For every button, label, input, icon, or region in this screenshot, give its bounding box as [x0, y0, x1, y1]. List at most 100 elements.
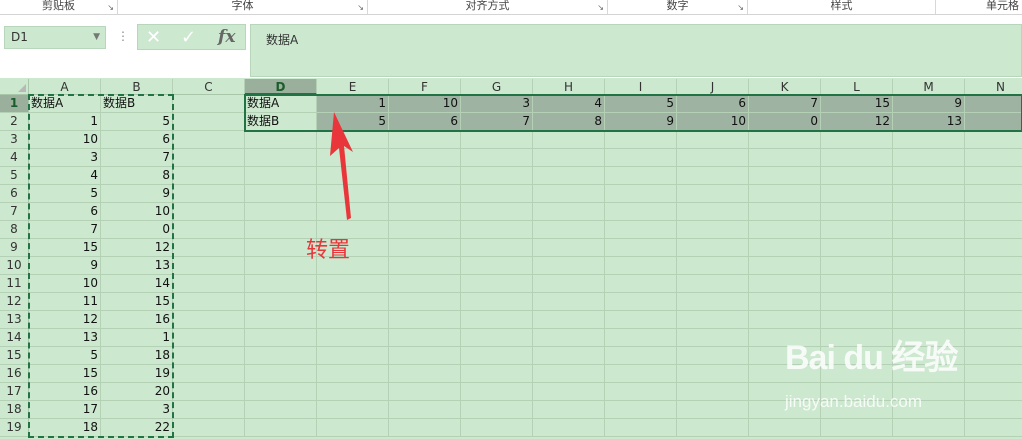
cell[interactable]: [245, 131, 317, 149]
cell-number[interactable]: 3: [29, 149, 101, 167]
cell[interactable]: [893, 275, 965, 293]
cell[interactable]: [893, 131, 965, 149]
cell[interactable]: [173, 275, 245, 293]
enter-icon[interactable]: ✓: [181, 27, 196, 48]
cell[interactable]: [173, 365, 245, 383]
cell[interactable]: [605, 167, 677, 185]
cell[interactable]: [749, 257, 821, 275]
cell[interactable]: [533, 401, 605, 419]
cell[interactable]: [533, 131, 605, 149]
cell[interactable]: [821, 257, 893, 275]
cell[interactable]: [389, 293, 461, 311]
cell[interactable]: [749, 185, 821, 203]
cell[interactable]: [605, 311, 677, 329]
cell[interactable]: [389, 185, 461, 203]
cell[interactable]: [965, 221, 1022, 239]
cell[interactable]: [461, 257, 533, 275]
cell[interactable]: [677, 185, 749, 203]
dialog-launcher-icon[interactable]: ↘: [107, 2, 114, 13]
cell[interactable]: [461, 203, 533, 221]
cell-number[interactable]: 12: [101, 239, 173, 257]
cell[interactable]: [821, 221, 893, 239]
cell[interactable]: [605, 131, 677, 149]
cell[interactable]: [677, 365, 749, 383]
cell[interactable]: [173, 347, 245, 365]
name-box[interactable]: D1 ▼: [4, 26, 106, 49]
cell[interactable]: [389, 221, 461, 239]
cell[interactable]: [461, 383, 533, 401]
resize-handle-icon[interactable]: ⋮: [117, 29, 129, 43]
cell[interactable]: [677, 257, 749, 275]
cell-number[interactable]: 6: [29, 203, 101, 221]
cell-number[interactable]: 0: [749, 113, 821, 131]
cell[interactable]: [533, 167, 605, 185]
cell[interactable]: [893, 257, 965, 275]
cell[interactable]: [533, 275, 605, 293]
cell-number[interactable]: 19: [101, 365, 173, 383]
cell[interactable]: [245, 293, 317, 311]
cell[interactable]: [461, 275, 533, 293]
cell-text[interactable]: 数据A: [245, 95, 317, 113]
cell[interactable]: [533, 293, 605, 311]
select-all-button[interactable]: [0, 79, 29, 95]
cell[interactable]: [821, 167, 893, 185]
row-header-10[interactable]: 10: [0, 257, 29, 275]
cell[interactable]: [605, 221, 677, 239]
cell[interactable]: [893, 419, 965, 437]
cell[interactable]: [965, 131, 1022, 149]
cell[interactable]: [317, 329, 389, 347]
cell-number[interactable]: 15: [821, 95, 893, 113]
cell[interactable]: [605, 365, 677, 383]
cell-number[interactable]: 6: [389, 113, 461, 131]
cell[interactable]: [605, 401, 677, 419]
row-header-4[interactable]: 4: [0, 149, 29, 167]
cell[interactable]: [605, 203, 677, 221]
column-header-d[interactable]: D: [245, 79, 317, 95]
cell[interactable]: [533, 383, 605, 401]
cell[interactable]: [893, 203, 965, 221]
cell[interactable]: [173, 95, 245, 113]
cell[interactable]: [317, 401, 389, 419]
cell[interactable]: [965, 365, 1022, 383]
cell[interactable]: [677, 167, 749, 185]
cell[interactable]: [389, 203, 461, 221]
cell[interactable]: [965, 383, 1022, 401]
cell[interactable]: [173, 185, 245, 203]
cell[interactable]: [173, 257, 245, 275]
cell[interactable]: [389, 311, 461, 329]
cell[interactable]: [605, 329, 677, 347]
cell[interactable]: [533, 149, 605, 167]
cell-text[interactable]: 数据A: [29, 95, 101, 113]
cell[interactable]: [389, 329, 461, 347]
column-header-g[interactable]: G: [461, 79, 533, 95]
cell-number[interactable]: 9: [29, 257, 101, 275]
cell[interactable]: [173, 149, 245, 167]
cell[interactable]: [533, 221, 605, 239]
column-header-h[interactable]: H: [533, 79, 605, 95]
cell-number[interactable]: 8: [101, 167, 173, 185]
cell-number[interactable]: 6: [101, 131, 173, 149]
cell-number[interactable]: 10: [101, 203, 173, 221]
cell[interactable]: [965, 293, 1022, 311]
cell[interactable]: [245, 149, 317, 167]
cell[interactable]: [389, 257, 461, 275]
cell[interactable]: [245, 203, 317, 221]
cell[interactable]: [245, 365, 317, 383]
cell-number[interactable]: 7: [749, 95, 821, 113]
cell[interactable]: [173, 203, 245, 221]
cell[interactable]: [317, 365, 389, 383]
row-header-13[interactable]: 13: [0, 311, 29, 329]
cell[interactable]: [749, 131, 821, 149]
cell-number[interactable]: 10: [29, 275, 101, 293]
cell-number[interactable]: 10: [389, 95, 461, 113]
cell[interactable]: [677, 293, 749, 311]
cell[interactable]: [173, 113, 245, 131]
cell[interactable]: [965, 203, 1022, 221]
cell[interactable]: [461, 311, 533, 329]
cell[interactable]: [533, 311, 605, 329]
cell[interactable]: [605, 347, 677, 365]
column-header-e[interactable]: E: [317, 79, 389, 95]
cell[interactable]: [821, 239, 893, 257]
cell[interactable]: [245, 419, 317, 437]
cell-number[interactable]: 1: [101, 329, 173, 347]
